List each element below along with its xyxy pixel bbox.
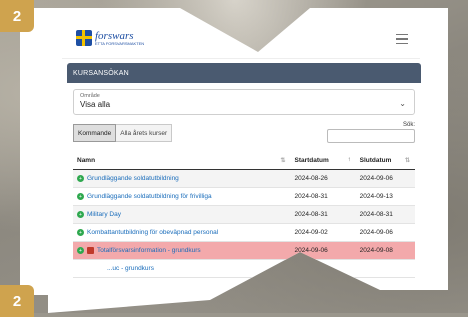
table-row-highlighted[interactable]: + Totalförsvarsinformation - grundkurs 20… [73, 241, 415, 260]
course-table: Namn ⇅ Startdatum ↑ Slutdatum ⇅ + Grundlägga… [73, 151, 415, 278]
end-date: 2024-09-13 [355, 187, 415, 206]
site-logo[interactable]: forswars ETTA FORSVARSMAKTEN [76, 30, 144, 46]
plus-circle-icon: + [77, 175, 84, 182]
sort-icon: ⇅ [280, 157, 286, 164]
course-name[interactable]: Grundläggande soldatutbildning [87, 175, 179, 182]
browser-page-cutout: forswars ETTA FORSVARSMAKTEN KURSANSÖKAN… [20, 8, 448, 313]
section-title: KURSANSÖKAN [67, 63, 421, 83]
end-date [355, 259, 415, 278]
table-row[interactable]: ...uc - grundkurs 2024-09-06 [73, 259, 415, 278]
logo-sub-text: ETTA FORSVARSMAKTEN [95, 40, 145, 46]
search-input[interactable] [327, 129, 415, 143]
chevron-down-icon: ⌄ [399, 99, 406, 108]
start-date: 2024-08-31 [290, 187, 356, 206]
table-row[interactable]: + Grundläggande soldatutbildning 2024-08-… [73, 169, 415, 188]
hamburger-menu-icon[interactable] [392, 30, 412, 48]
column-header-start[interactable]: Startdatum ↑ [290, 151, 356, 170]
area-label: Område [80, 93, 100, 99]
course-name[interactable]: ...uc - grundkurs [77, 265, 154, 272]
start-date: 2024-08-26 [290, 169, 356, 188]
area-value: Visa alla [80, 100, 111, 109]
plus-circle-icon: + [77, 247, 84, 254]
column-header-name[interactable]: Namn ⇅ [73, 151, 291, 170]
course-name[interactable]: Totalförsvarsinformation - grundkurs [97, 247, 201, 254]
course-application-panel: KURSANSÖKAN Område Visa alla ⌄ Kommande … [67, 63, 421, 278]
end-date: 2024-08-31 [355, 205, 415, 224]
start-date: 2024-08-31 [290, 205, 356, 224]
end-date: 2024-09-08 [355, 241, 415, 260]
step-badge-bottom: 2 [0, 285, 34, 317]
sort-icon: ⇅ [404, 157, 410, 164]
course-filter-tabs: Kommande Alla årets kurser [73, 124, 173, 142]
logo-main-text: forswars [95, 29, 134, 42]
end-date: 2024-09-06 [355, 169, 415, 188]
course-name[interactable]: Military Day [87, 211, 121, 218]
end-date: 2024-09-06 [355, 223, 415, 242]
area-dropdown[interactable]: Område Visa alla ⌄ [73, 89, 415, 115]
tab-upcoming[interactable]: Kommande [73, 124, 117, 142]
start-date: 2024-09-02 [290, 223, 356, 242]
plus-circle-icon: + [77, 211, 84, 218]
search-label: Sök: [402, 122, 415, 128]
sort-asc-icon: ↑ [347, 156, 351, 163]
swedish-flag-icon [76, 30, 92, 46]
column-header-end[interactable]: Slutdatum ⇅ [355, 151, 415, 170]
plus-circle-icon: + [77, 193, 84, 200]
calendar-icon [87, 247, 94, 254]
table-row[interactable]: + Grundläggande soldatutbildning för friv… [73, 187, 415, 206]
step-badge-top: 2 [0, 0, 34, 32]
course-name[interactable]: Kombattantutbildning för obeväpnad perso… [87, 229, 218, 236]
table-row[interactable]: + Kombattantutbildning för obeväpnad pers… [73, 223, 415, 242]
tab-all-year[interactable]: Alla årets kurser [116, 124, 173, 142]
table-row[interactable]: + Military Day 2024-08-31 2024-08-31 [73, 205, 415, 224]
plus-circle-icon: + [77, 229, 84, 236]
course-name[interactable]: Grundläggande soldatutbildning för frivi… [87, 193, 212, 200]
